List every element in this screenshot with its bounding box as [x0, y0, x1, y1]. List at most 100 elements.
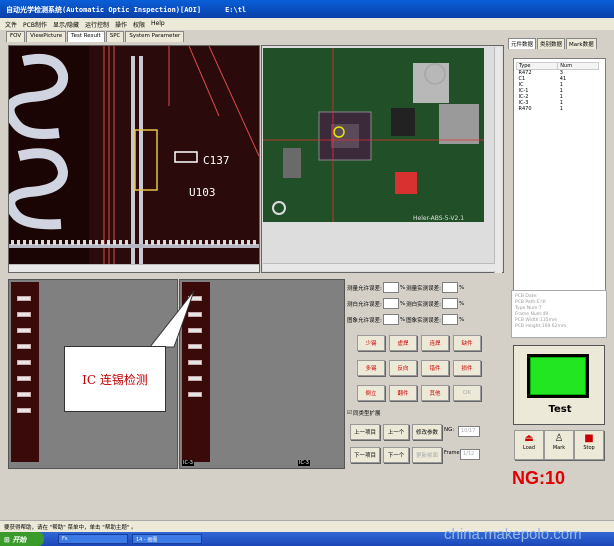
thumbnail-pane-2[interactable]: IC-3 IC-3: [179, 279, 345, 469]
tab-view-picture[interactable]: ViewPicture: [26, 31, 67, 42]
thumb-pad: [17, 296, 31, 301]
mark-label: Mark: [552, 445, 566, 451]
defect-button-cold-joint[interactable]: 虚焊: [389, 335, 417, 351]
tab-fov[interactable]: FOV: [6, 31, 26, 42]
zoomed-board-image[interactable]: C137 U103: [8, 45, 260, 273]
same-type-label: 同类型扩展: [352, 411, 381, 417]
mark-button[interactable]: ♙ Mark: [544, 430, 574, 460]
unit-label: %: [399, 284, 406, 291]
load-label: Load: [523, 445, 535, 451]
callout-pointer: [148, 290, 195, 348]
prev-button[interactable]: 上一个: [383, 424, 409, 440]
thumb-pad: [17, 376, 31, 381]
tolerance-row-2: 测白允许误差: % 测白实测误差: %: [347, 298, 464, 309]
full-board-view[interactable]: Heler-ABS-5-V2.1: [261, 45, 504, 273]
start-label: 开始: [12, 536, 27, 544]
column-header-num[interactable]: Num: [557, 62, 599, 70]
defect-button-bridge[interactable]: 连焊: [421, 335, 449, 351]
defect-button-wrong-part[interactable]: 错件: [421, 360, 449, 376]
menu-run-control[interactable]: 运行控制: [85, 20, 109, 29]
defect-button-damaged[interactable]: 损件: [453, 360, 481, 376]
tab-category-data[interactable]: 类别数据: [537, 38, 566, 49]
callout-text: IC 连锡检测: [82, 372, 148, 387]
load-button[interactable]: ⏏ Load: [514, 430, 544, 460]
defect-button-excess-solder[interactable]: 多锡: [357, 360, 385, 376]
full-board-image: Heler-ABS-5-V2.1: [263, 48, 484, 222]
taskbar-item-label: Fs: [62, 536, 68, 542]
measured-input[interactable]: [441, 314, 458, 325]
tolerance-label: 图象允许误差:: [347, 317, 382, 324]
measured-label: 图象实测误差:: [406, 317, 441, 324]
pcb-info-panel: PCB Date: PCB Path:E:\tl Type Num:7 Fram…: [511, 290, 607, 338]
defect-button-insufficient-solder[interactable]: 少锡: [357, 335, 385, 351]
taskbar-item[interactable]: 14 - 画图: [132, 534, 202, 544]
app-window: 自动光学检测系统(Automatic Optic Inspection)[AOI…: [0, 0, 614, 546]
ng-count-field[interactable]: 10/17: [458, 426, 480, 437]
thumb-pad: [17, 360, 31, 365]
stop-button[interactable]: ■ Stop: [574, 430, 604, 460]
modify-params-button[interactable]: 修改参数: [412, 424, 442, 440]
menu-pcb[interactable]: PCB制作: [23, 20, 47, 29]
tolerance-row-1: 测量允许误差: % 测量实测误差: %: [347, 282, 464, 293]
frame-field[interactable]: 1/12: [460, 449, 480, 460]
left-image-h-scrollbar[interactable]: [9, 264, 259, 272]
thumb-pad: [17, 328, 31, 333]
defect-button-ok[interactable]: OK: [453, 385, 481, 401]
unit-label: %: [399, 316, 406, 323]
same-type-checkbox[interactable]: ☑: [347, 410, 352, 416]
tab-test-result[interactable]: Test Result: [67, 31, 105, 42]
next-item-button[interactable]: 下一项目: [350, 447, 380, 463]
menu-bar: 文件 PCB制作 显示/隐藏 运行控制 操作 权限 Help: [0, 18, 614, 30]
right-tabs: 元件数据 类别数据 Mark数据: [508, 38, 598, 49]
tolerance-input[interactable]: [382, 314, 399, 325]
watermark: china.makepolo.com: [444, 526, 582, 543]
tolerance-input[interactable]: [382, 282, 399, 293]
defect-button-flipped[interactable]: 翻件: [389, 385, 417, 401]
menu-show-hide[interactable]: 显示/隐藏: [53, 20, 79, 29]
tolerance-row-3: 图象允许误差: % 图象实测误差: %: [347, 314, 464, 325]
prev-item-button[interactable]: 上一项目: [350, 424, 380, 440]
tolerance-input[interactable]: [382, 298, 399, 309]
measured-input[interactable]: [441, 298, 458, 309]
stop-label: Stop: [583, 445, 595, 451]
zoomed-board-drawing: C137 U103: [9, 46, 259, 272]
part-list[interactable]: Type Num R472 3 C1 41 IC 1 IC-1 1 IC-2 1 IC-3…: [513, 58, 606, 320]
taskbar-item[interactable]: Fs: [58, 534, 128, 544]
thumbnail-strip-1: [11, 282, 39, 462]
menu-permission[interactable]: 权限: [133, 20, 145, 29]
start-button[interactable]: ⊞ 开始: [0, 532, 44, 546]
thumb-pad: [188, 360, 202, 365]
change-frame-button[interactable]: 更新帧面: [412, 447, 442, 463]
defect-button-other[interactable]: 其他: [421, 385, 449, 401]
table-header: Type Num: [515, 62, 599, 70]
table-row[interactable]: R470 1: [517, 106, 599, 112]
tab-system-parameter[interactable]: System Parameter: [125, 31, 185, 42]
menu-operation[interactable]: 操作: [115, 20, 127, 29]
same-type-row: ☑ 同类型扩展: [347, 409, 380, 417]
menu-help[interactable]: Help: [151, 20, 165, 28]
tab-part-data[interactable]: 元件数据: [508, 38, 537, 49]
cell-type: R470: [518, 106, 532, 112]
defect-button-reversed[interactable]: 反向: [389, 360, 417, 376]
pcb-info-line: PCB Height:109.62mm: [515, 324, 567, 329]
thumb-pad: [188, 392, 202, 397]
thumb-pad: [17, 312, 31, 317]
status-bar-text: 要获得帮助，请在 "帮助" 菜单中，单击 "帮助主题" 。: [4, 525, 137, 531]
main-tabs: FOV ViewPicture Test Result SPC System P…: [6, 31, 185, 42]
tolerance-label: 测白允许误差:: [347, 301, 382, 308]
right-image-v-scrollbar[interactable]: [494, 47, 502, 273]
thumb-pad: [17, 392, 31, 397]
right-panel: 元件数据 类别数据 Mark数据 Type Num R472 3 C1 41 IC 1…: [508, 38, 610, 520]
defect-button-missing[interactable]: 缺件: [453, 335, 481, 351]
tab-mark-data[interactable]: Mark数据: [566, 38, 597, 49]
tab-spc[interactable]: SPC: [105, 31, 125, 42]
cell-num: 1: [559, 106, 563, 112]
menu-file[interactable]: 文件: [5, 20, 17, 29]
thumb-pad: [188, 376, 202, 381]
right-image-h-scrollbar[interactable]: [263, 263, 495, 271]
measured-input[interactable]: [441, 282, 458, 293]
status-screen: [527, 354, 589, 398]
column-header-type[interactable]: Type: [515, 62, 559, 70]
next-button[interactable]: 下一个: [383, 447, 409, 463]
defect-button-tombstone[interactable]: 倒立: [357, 385, 385, 401]
